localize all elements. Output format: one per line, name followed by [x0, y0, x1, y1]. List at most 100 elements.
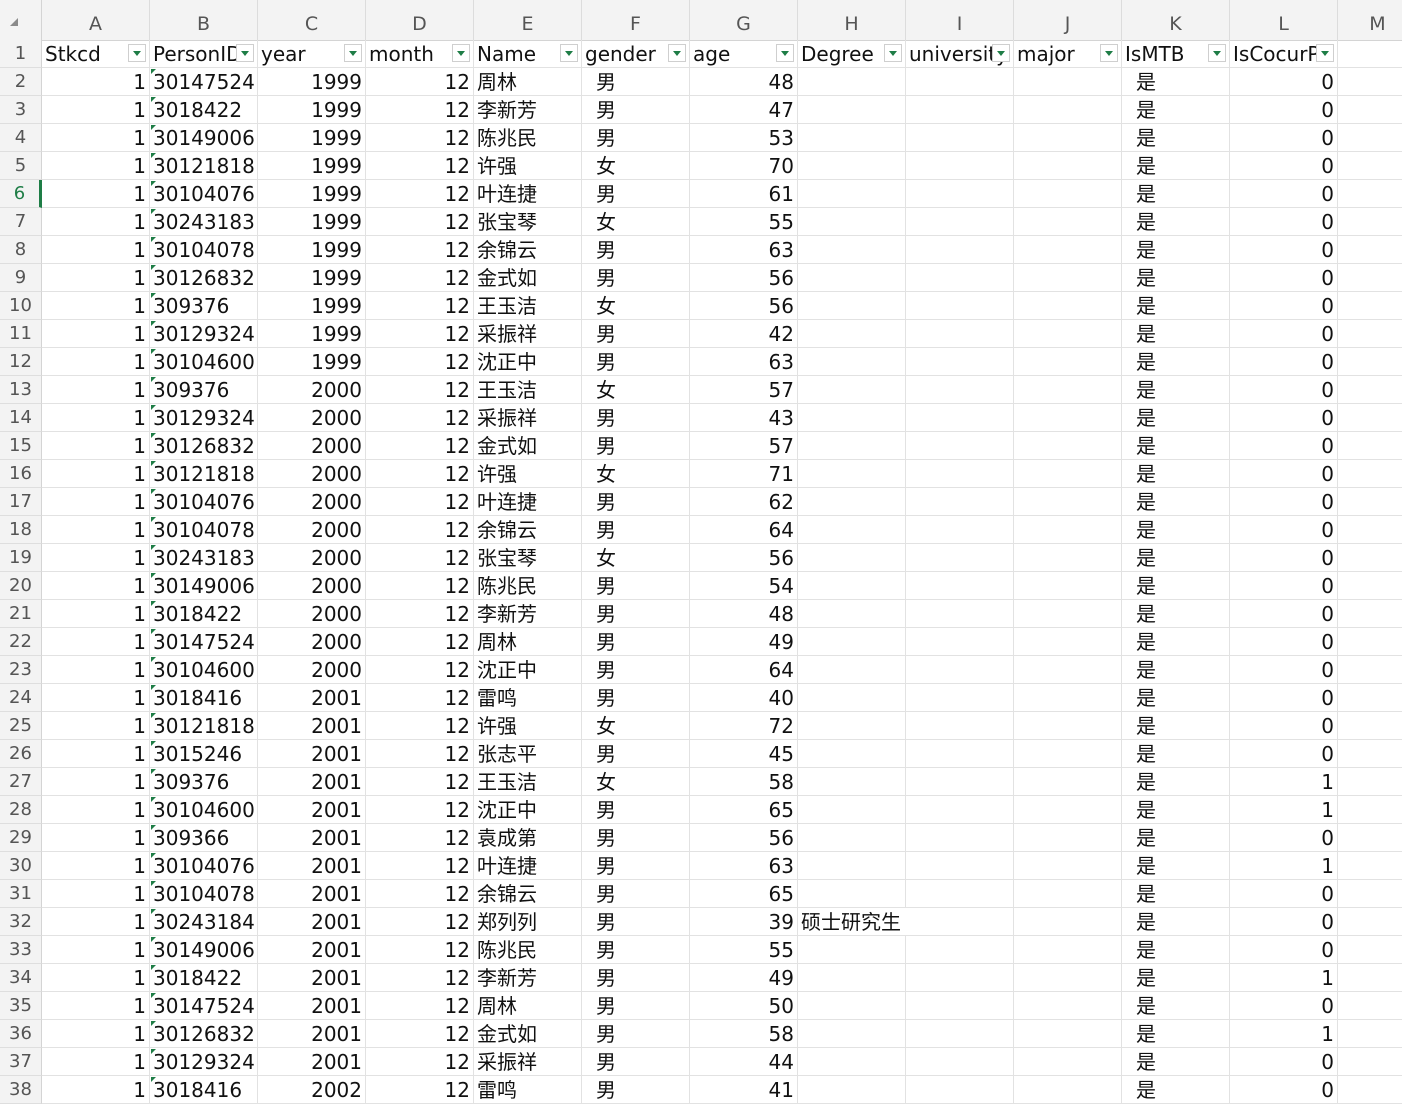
cell-h[interactable]: [798, 376, 906, 404]
filter-dropdown-button[interactable]: [236, 44, 254, 62]
cell-d[interactable]: 12: [366, 96, 474, 124]
cell-c[interactable]: 2001: [258, 740, 366, 768]
cell-f[interactable]: 男: [582, 96, 690, 124]
cell-k[interactable]: 是: [1122, 348, 1230, 376]
cell-e[interactable]: 许强: [474, 460, 582, 488]
cell-empty[interactable]: [1014, 908, 1122, 936]
cell-h[interactable]: [798, 404, 906, 432]
cell-b[interactable]: 30126832: [150, 432, 258, 460]
cell-f[interactable]: 男: [582, 684, 690, 712]
cell-l[interactable]: 1: [1230, 852, 1338, 880]
cell-empty[interactable]: [906, 796, 1014, 824]
cell-empty[interactable]: [906, 404, 1014, 432]
cell-a[interactable]: 1: [42, 880, 150, 908]
cell-b[interactable]: 30149006: [150, 936, 258, 964]
filter-dropdown-button[interactable]: [992, 44, 1010, 62]
cell-c[interactable]: 2002: [258, 1076, 366, 1104]
cell-f[interactable]: 男: [582, 404, 690, 432]
row-header-26[interactable]: 26: [0, 740, 42, 768]
cell-empty[interactable]: [1338, 404, 1402, 432]
cell-empty[interactable]: [1338, 544, 1402, 572]
cell-e[interactable]: 李新芳: [474, 96, 582, 124]
cell-e[interactable]: 余锦云: [474, 236, 582, 264]
cell-empty[interactable]: [906, 264, 1014, 292]
cell-empty[interactable]: [1014, 544, 1122, 572]
cell-h[interactable]: [798, 824, 906, 852]
cell-b[interactable]: 309376: [150, 292, 258, 320]
cell-h[interactable]: [798, 964, 906, 992]
cell-empty[interactable]: [906, 96, 1014, 124]
row-header-16[interactable]: 16: [0, 460, 42, 488]
row-header-25[interactable]: 25: [0, 712, 42, 740]
cell-g[interactable]: 65: [690, 796, 798, 824]
cell-empty[interactable]: [1338, 208, 1402, 236]
cell-e[interactable]: 沈正中: [474, 348, 582, 376]
cell-g[interactable]: 55: [690, 208, 798, 236]
cell-b[interactable]: 3018422: [150, 600, 258, 628]
filter-dropdown-button[interactable]: [776, 44, 794, 62]
cell-l[interactable]: 0: [1230, 376, 1338, 404]
cell-empty[interactable]: [1338, 684, 1402, 712]
cell-l[interactable]: 0: [1230, 516, 1338, 544]
cell-h[interactable]: [798, 656, 906, 684]
cell-l[interactable]: 0: [1230, 124, 1338, 152]
cell-e[interactable]: 雷鸣: [474, 1076, 582, 1104]
cell-l[interactable]: 1: [1230, 796, 1338, 824]
row-header-21[interactable]: 21: [0, 600, 42, 628]
cell-empty[interactable]: [1338, 292, 1402, 320]
cell-empty[interactable]: [906, 236, 1014, 264]
cell-empty[interactable]: [906, 852, 1014, 880]
cell-b[interactable]: 3018422: [150, 96, 258, 124]
cell-a[interactable]: 1: [42, 460, 150, 488]
cell-e[interactable]: 许强: [474, 712, 582, 740]
cell-c[interactable]: 1999: [258, 208, 366, 236]
cell-l[interactable]: 0: [1230, 460, 1338, 488]
cell-e[interactable]: 李新芳: [474, 964, 582, 992]
column-header-l[interactable]: L: [1230, 0, 1338, 40]
cell-c[interactable]: 1999: [258, 264, 366, 292]
cell-g[interactable]: 63: [690, 236, 798, 264]
cell-l[interactable]: 0: [1230, 320, 1338, 348]
cell-a[interactable]: 1: [42, 208, 150, 236]
cell-k[interactable]: 是: [1122, 628, 1230, 656]
cell-empty[interactable]: [1014, 936, 1122, 964]
cell-empty[interactable]: [1338, 264, 1402, 292]
cell-g[interactable]: 48: [690, 600, 798, 628]
cell-e[interactable]: 采振祥: [474, 1048, 582, 1076]
cell-f[interactable]: 男: [582, 236, 690, 264]
cell-empty[interactable]: [1338, 600, 1402, 628]
cell-a[interactable]: 1: [42, 572, 150, 600]
filter-dropdown-button[interactable]: [884, 44, 902, 62]
cell-d[interactable]: 12: [366, 292, 474, 320]
cell-empty[interactable]: [1014, 712, 1122, 740]
cell-g[interactable]: 70: [690, 152, 798, 180]
cell-d[interactable]: 12: [366, 768, 474, 796]
cell-empty[interactable]: [1338, 432, 1402, 460]
cell-empty[interactable]: [1014, 992, 1122, 1020]
cell-h[interactable]: [798, 320, 906, 348]
cell-empty[interactable]: [906, 432, 1014, 460]
cell-b[interactable]: 30129324: [150, 404, 258, 432]
cell-empty[interactable]: [1338, 152, 1402, 180]
cell-k[interactable]: 是: [1122, 96, 1230, 124]
cell-b[interactable]: 30147524: [150, 992, 258, 1020]
cell-f[interactable]: 男: [582, 1076, 690, 1104]
cell-h[interactable]: [798, 572, 906, 600]
cell-c[interactable]: 1999: [258, 320, 366, 348]
cell-l[interactable]: 0: [1230, 432, 1338, 460]
cell-e[interactable]: 陈兆民: [474, 124, 582, 152]
cell-g[interactable]: 58: [690, 1020, 798, 1048]
cell-e[interactable]: 陈兆民: [474, 572, 582, 600]
cell-empty[interactable]: [1014, 768, 1122, 796]
cell-f[interactable]: 男: [582, 572, 690, 600]
filter-dropdown-button[interactable]: [1100, 44, 1118, 62]
cell-g[interactable]: 53: [690, 124, 798, 152]
cell-k[interactable]: 是: [1122, 432, 1230, 460]
cell-a[interactable]: 1: [42, 320, 150, 348]
row-header-36[interactable]: 36: [0, 1020, 42, 1048]
cell-k[interactable]: 是: [1122, 768, 1230, 796]
cell-d[interactable]: 12: [366, 656, 474, 684]
filter-dropdown-button[interactable]: [344, 44, 362, 62]
cell-e[interactable]: 雷鸣: [474, 684, 582, 712]
row-header-27[interactable]: 27: [0, 768, 42, 796]
